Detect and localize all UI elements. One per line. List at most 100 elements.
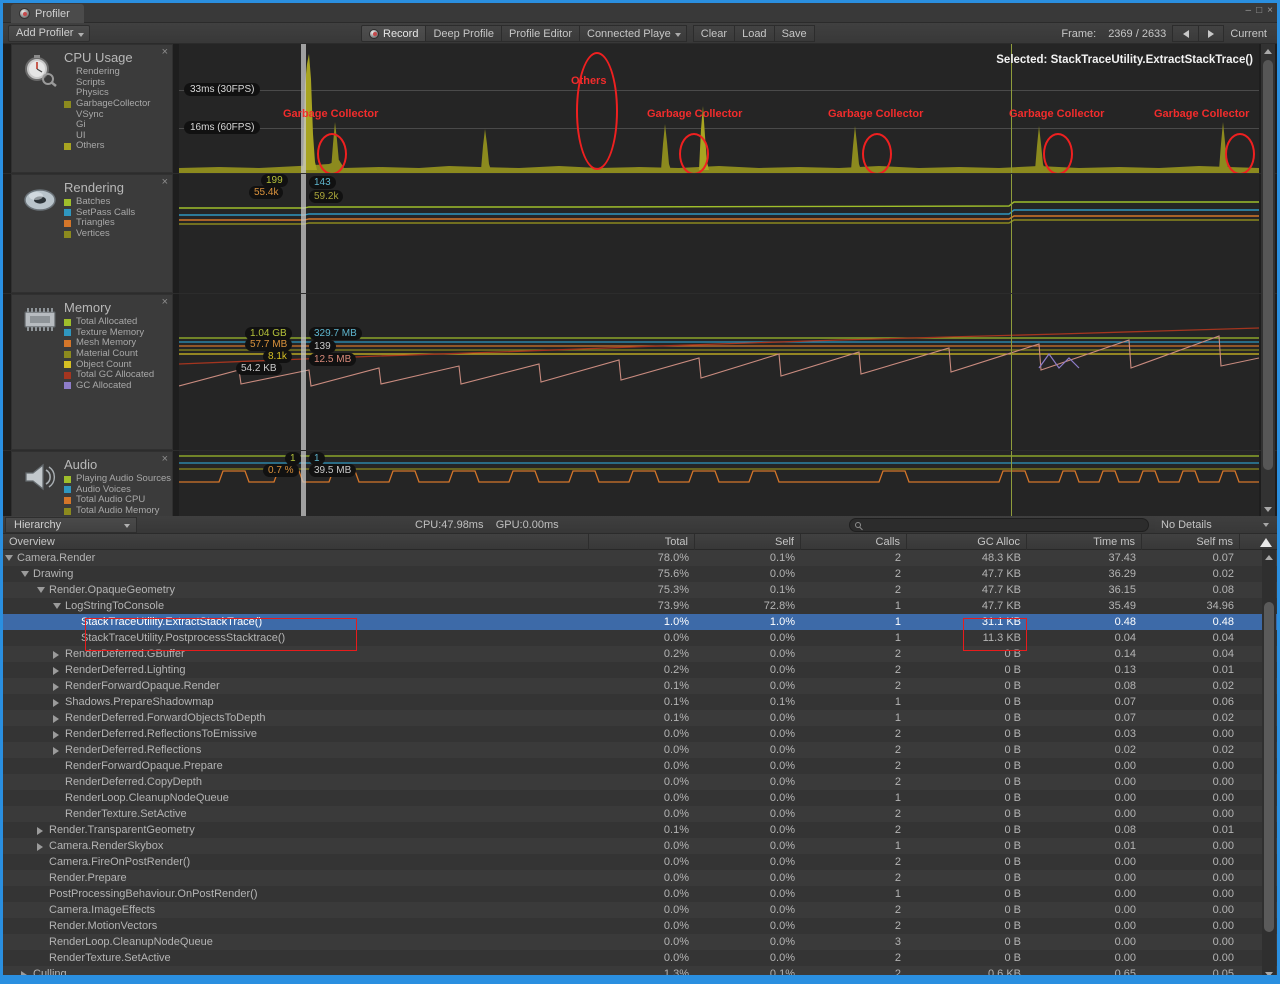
frame-playhead[interactable] (301, 174, 306, 293)
expand-toggle-closed-icon[interactable] (37, 827, 43, 835)
audio-close-icon[interactable]: × (162, 453, 168, 465)
expand-toggle-open-icon[interactable] (53, 603, 61, 609)
column-header-gc-alloc[interactable]: GC Alloc (907, 534, 1027, 550)
legend-item[interactable]: Rendering (64, 67, 150, 78)
expand-toggle-closed-icon[interactable] (37, 843, 43, 851)
expand-toggle-closed-icon[interactable] (53, 667, 59, 675)
table-row[interactable]: Render.OpaqueGeometry75.3%0.1%247.7 KB36… (3, 582, 1277, 598)
record-button[interactable]: Record (361, 25, 426, 42)
expand-toggle-closed-icon[interactable] (53, 683, 59, 691)
close-icon[interactable]: × (1267, 5, 1273, 16)
save-button[interactable]: Save (775, 25, 815, 42)
legend-item[interactable]: GarbageCollector (64, 99, 150, 110)
column-header-time-ms[interactable]: Time ms (1027, 534, 1142, 550)
rendering-close-icon[interactable]: × (162, 176, 168, 188)
legend-item[interactable]: Gi (64, 120, 150, 131)
table-row[interactable]: Camera.RenderSkybox0.0%0.0%10 B0.010.00 (3, 838, 1277, 854)
table-row[interactable]: Render.TransparentGeometry0.1%0.0%20 B0.… (3, 822, 1277, 838)
table-row[interactable]: StackTraceUtility.ExtractStackTrace()1.0… (3, 614, 1277, 630)
search-field[interactable] (849, 518, 1149, 532)
table-row[interactable]: RenderForwardOpaque.Prepare0.0%0.0%20 B0… (3, 758, 1277, 774)
expand-toggle-closed-icon[interactable] (53, 699, 59, 707)
table-row[interactable]: Camera.Render78.0%0.1%248.3 KB37.430.07 (3, 550, 1277, 566)
table-row[interactable]: RenderDeferred.Lighting0.2%0.0%20 B0.130… (3, 662, 1277, 678)
load-button[interactable]: Load (735, 25, 774, 42)
table-row[interactable]: RenderLoop.CleanupNodeQueue0.0%0.0%30 B0… (3, 934, 1277, 950)
table-scroll-up-icon[interactable] (1262, 550, 1276, 564)
scroll-up-icon[interactable] (1261, 44, 1275, 58)
table-row[interactable]: Camera.ImageEffects0.0%0.0%20 B0.000.00 (3, 902, 1277, 918)
memory-close-icon[interactable]: × (162, 296, 168, 308)
memory-sidebar[interactable]: Memory Total Allocated Texture Memory Me… (11, 294, 173, 450)
legend-item[interactable]: Total Allocated (64, 317, 154, 328)
expand-toggle-open-icon[interactable] (21, 571, 29, 577)
table-row[interactable]: Drawing75.6%0.0%247.7 KB36.290.02 (3, 566, 1277, 582)
table-row[interactable]: Camera.FireOnPostRender()0.0%0.0%20 B0.0… (3, 854, 1277, 870)
legend-item[interactable]: Vertices (64, 229, 135, 240)
hierarchy-table[interactable]: Camera.Render78.0%0.1%248.3 KB37.430.07D… (3, 550, 1277, 981)
expand-toggle-closed-icon[interactable] (53, 747, 59, 755)
legend-item[interactable]: Playing Audio Sources (64, 474, 171, 485)
graph-scrollbar[interactable] (1261, 44, 1275, 516)
view-mode-dropdown[interactable]: Hierarchy (5, 517, 137, 533)
table-row[interactable]: Render.Prepare0.0%0.0%20 B0.000.00 (3, 870, 1277, 886)
table-row[interactable]: RenderDeferred.GBuffer0.2%0.0%20 B0.140.… (3, 646, 1277, 662)
table-row[interactable]: RenderLoop.CleanupNodeQueue0.0%0.0%10 B0… (3, 790, 1277, 806)
rendering-plot[interactable]: 199 55.4k 143 59.2k (179, 174, 1259, 293)
table-row[interactable]: RenderTexture.SetActive0.0%0.0%20 B0.000… (3, 950, 1277, 966)
add-profiler-dropdown[interactable]: Add Profiler (8, 25, 90, 42)
cpu-usage-plot[interactable]: 33ms (30FPS) 16ms (60FPS) Others Garbage… (179, 44, 1259, 173)
search-input[interactable] (866, 519, 1126, 531)
rendering-sidebar[interactable]: Rendering Batches SetPass Calls Triangle… (11, 174, 173, 293)
legend-item[interactable]: Batches (64, 197, 135, 208)
details-mode-dropdown[interactable]: No Details (1155, 517, 1275, 533)
current-frame-button[interactable]: Current (1224, 28, 1273, 40)
table-scrollbar-thumb[interactable] (1264, 602, 1274, 932)
table-row[interactable]: LogStringToConsole73.9%72.8%147.7 KB35.4… (3, 598, 1277, 614)
column-header-self[interactable]: Self (695, 534, 801, 550)
rendering-title: Rendering (64, 180, 124, 195)
legend-label: SetPass Calls (76, 208, 135, 218)
prev-frame-button[interactable] (1172, 25, 1198, 42)
column-header-total[interactable]: Total (589, 534, 695, 550)
profile-editor-button[interactable]: Profile Editor (502, 25, 580, 42)
column-header-calls[interactable]: Calls (801, 534, 907, 550)
table-row[interactable]: Shadows.PrepareShadowmap0.1%0.1%10 B0.07… (3, 694, 1277, 710)
expand-toggle-open-icon[interactable] (37, 587, 45, 593)
table-row[interactable]: RenderDeferred.CopyDepth0.0%0.0%20 B0.00… (3, 774, 1277, 790)
tab-profiler[interactable]: Profiler (11, 4, 84, 23)
expand-toggle-closed-icon[interactable] (53, 651, 59, 659)
table-row[interactable]: RenderDeferred.ReflectionsToEmissive0.0%… (3, 726, 1277, 742)
table-scrollbar[interactable] (1262, 550, 1276, 981)
graph-scrollbar-thumb[interactable] (1263, 60, 1273, 470)
clear-button[interactable]: Clear (693, 25, 735, 42)
scroll-down-icon[interactable] (1261, 502, 1275, 516)
legend-item[interactable]: Material Count (64, 349, 154, 360)
connected-player-dropdown[interactable]: Connected Playe (580, 25, 687, 42)
legend-item[interactable]: GC Allocated (64, 381, 154, 392)
legend-item[interactable]: Total GC Allocated (64, 370, 154, 381)
sort-indicator[interactable] (1255, 534, 1276, 550)
legend-item[interactable]: Total Audio Memory (64, 506, 171, 517)
table-row[interactable]: RenderDeferred.ForwardObjectsToDepth0.1%… (3, 710, 1277, 726)
expand-toggle-closed-icon[interactable] (53, 731, 59, 739)
table-row[interactable]: Render.MotionVectors0.0%0.0%20 B0.000.00 (3, 918, 1277, 934)
table-row[interactable]: StackTraceUtility.PostprocessStacktrace(… (3, 630, 1277, 646)
table-row[interactable]: RenderTexture.SetActive0.0%0.0%20 B0.000… (3, 806, 1277, 822)
cpu-usage-sidebar[interactable]: CPU Usage Rendering Scripts Physics Garb… (11, 44, 173, 173)
frame-playhead[interactable] (301, 294, 306, 450)
column-header-self-ms[interactable]: Self ms (1142, 534, 1240, 550)
memory-plot[interactable]: 1.04 GB 57.7 MB 8.1k 54.2 KB 329.7 MB 13… (179, 294, 1259, 450)
table-row[interactable]: PostProcessingBehaviour.OnPostRender()0.… (3, 886, 1277, 902)
expand-toggle-closed-icon[interactable] (53, 715, 59, 723)
deep-profile-button[interactable]: Deep Profile (426, 25, 502, 42)
minimize-icon[interactable]: – (1246, 5, 1252, 16)
cpu-usage-close-icon[interactable]: × (162, 46, 168, 58)
legend-item[interactable]: Others (64, 141, 150, 152)
column-header-overview[interactable]: Overview (3, 534, 589, 550)
next-frame-button[interactable] (1198, 25, 1224, 42)
maximize-icon[interactable]: □ (1256, 5, 1262, 16)
expand-toggle-open-icon[interactable] (5, 555, 13, 561)
table-row[interactable]: RenderForwardOpaque.Render0.1%0.0%20 B0.… (3, 678, 1277, 694)
table-row[interactable]: RenderDeferred.Reflections0.0%0.0%20 B0.… (3, 742, 1277, 758)
